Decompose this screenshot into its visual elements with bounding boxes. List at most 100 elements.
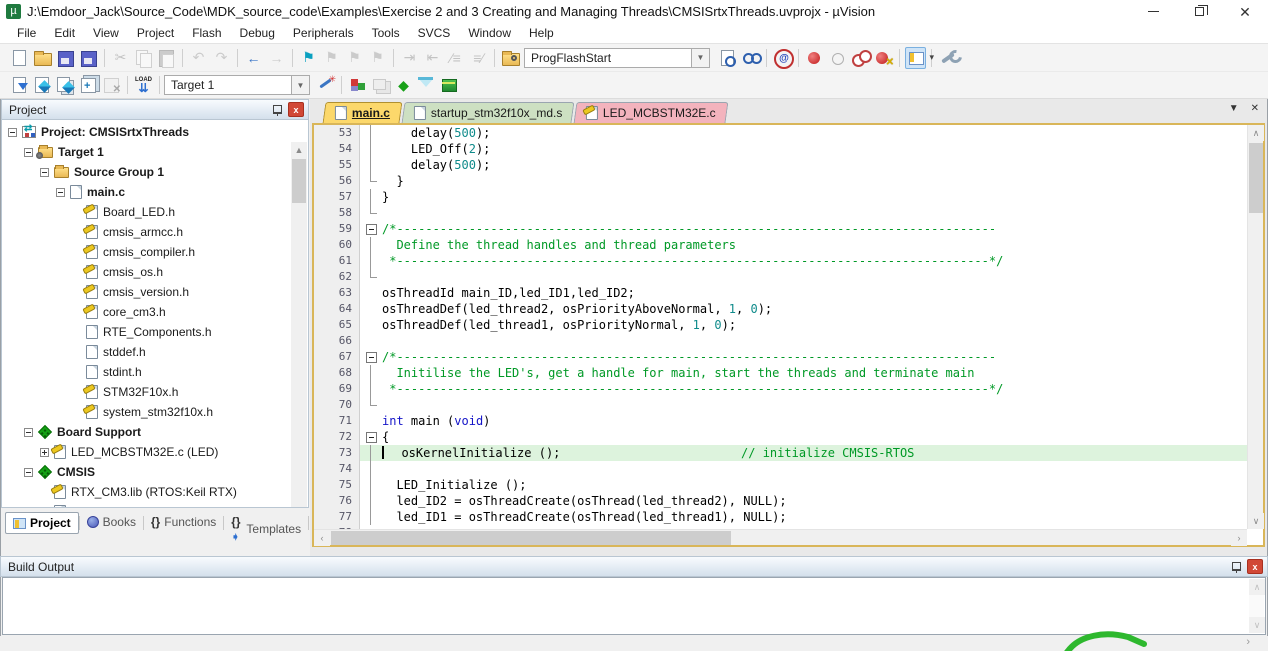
code-view[interactable]: 53 delay(500);54 LED_Off(2);55 delay(500… — [314, 125, 1247, 529]
target-combobox[interactable]: Target 1 — [164, 75, 292, 95]
expand-icon[interactable] — [40, 448, 49, 457]
code-line-60[interactable]: 60 Define the thread handles and thread … — [314, 237, 1247, 253]
code-line-76[interactable]: 76 led_ID2 = osThreadCreate(osThread(led… — [314, 493, 1247, 509]
document-tab-startup_stm32f10x_md.s[interactable]: startup_stm32f10x_md.s — [402, 102, 575, 123]
tree-item[interactable]: CMSIS — [2, 462, 292, 482]
menu-item-project[interactable]: Project — [128, 24, 183, 42]
rebuild-icon[interactable] — [55, 74, 76, 96]
fold-collapse-icon[interactable] — [360, 221, 382, 237]
tree-item[interactable]: cmsis_version.h — [2, 282, 292, 302]
line-number[interactable]: 73 — [314, 445, 360, 461]
line-number[interactable]: 62 — [314, 269, 360, 285]
tree-item[interactable]: STM32F10x.h — [2, 382, 292, 402]
line-number[interactable]: 63 — [314, 285, 360, 301]
tab-list-dropdown-icon[interactable]: ▼ — [1229, 103, 1239, 114]
new-file-icon[interactable] — [9, 47, 30, 69]
menu-item-peripherals[interactable]: Peripherals — [284, 24, 363, 42]
scroll-down-icon[interactable]: ∨ — [1249, 617, 1265, 633]
bp-enable-icon[interactable] — [827, 47, 848, 69]
build-icon[interactable] — [32, 74, 53, 96]
collapse-icon[interactable] — [56, 188, 65, 197]
save-icon[interactable] — [55, 47, 76, 69]
tree-item[interactable]: Project: CMSISrtxThreads — [2, 122, 292, 142]
target-combobox-arrow[interactable]: ▼ — [292, 75, 310, 95]
menu-item-flash[interactable]: Flash — [183, 24, 230, 42]
code-line-73[interactable]: 73 osKernelInitialize (); // initialize … — [314, 445, 1247, 461]
workspace-tab-templates[interactable]: {}➧Templates — [224, 512, 308, 546]
tree-item[interactable]: RTX_Conf_CM.c (RTOS:Keil RTX) — [2, 502, 292, 508]
line-number[interactable]: 56 — [314, 173, 360, 189]
line-number[interactable]: 55 — [314, 157, 360, 173]
pack-icon[interactable] — [439, 74, 460, 96]
document-tab-main.c[interactable]: main.c — [323, 102, 403, 123]
find-in-files-icon[interactable] — [500, 47, 521, 69]
menu-item-debug[interactable]: Debug — [231, 24, 284, 42]
pin-icon[interactable] — [1228, 559, 1244, 574]
collapse-icon[interactable] — [24, 468, 33, 477]
line-number[interactable]: 54 — [314, 141, 360, 157]
code-line-74[interactable]: 74 — [314, 461, 1247, 477]
open-file-icon[interactable] — [32, 47, 53, 69]
line-number[interactable]: 74 — [314, 461, 360, 477]
blocks-icon[interactable] — [347, 74, 368, 96]
scroll-up-icon[interactable]: ∧ — [1248, 125, 1264, 141]
find-combobox[interactable]: ProgFlashStart — [524, 48, 692, 68]
build-output-content[interactable]: ∧ ∨ — [2, 577, 1266, 635]
code-line-56[interactable]: 56 } — [314, 173, 1247, 189]
code-line-65[interactable]: 65osThreadDef(led_thread1, osPriorityNor… — [314, 317, 1247, 333]
window-layout-icon[interactable]: ▾ — [905, 47, 926, 69]
code-line-71[interactable]: 71int main (void) — [314, 413, 1247, 429]
code-line-69[interactable]: 69 *------------------------------------… — [314, 381, 1247, 397]
code-line-54[interactable]: 54 LED_Off(2); — [314, 141, 1247, 157]
line-number[interactable]: 66 — [314, 333, 360, 349]
menu-item-window[interactable]: Window — [459, 24, 520, 42]
project-tree-vertical-scrollbar[interactable]: ▲ ▼ — [291, 142, 307, 508]
line-number[interactable]: 65 — [314, 317, 360, 333]
code-line-57[interactable]: 57} — [314, 189, 1247, 205]
menu-item-tools[interactable]: Tools — [363, 24, 409, 42]
bp-kill-all-icon[interactable] — [873, 47, 894, 69]
project-panel-close-icon[interactable]: x — [288, 102, 304, 117]
line-number[interactable]: 70 — [314, 397, 360, 413]
code-line-75[interactable]: 75 LED_Initialize (); — [314, 477, 1247, 493]
line-number[interactable]: 64 — [314, 301, 360, 317]
code-line-77[interactable]: 77 led_ID1 = osThreadCreate(osThread(led… — [314, 509, 1247, 525]
tree-item[interactable]: Source Group 1 — [2, 162, 292, 182]
fold-collapse-icon[interactable] — [360, 349, 382, 365]
tree-item[interactable]: system_stm32f10x.h — [2, 402, 292, 422]
line-number[interactable]: 53 — [314, 125, 360, 141]
code-line-58[interactable]: 58 — [314, 205, 1247, 221]
tree-item[interactable]: main.c — [2, 182, 292, 202]
collapse-icon[interactable] — [40, 168, 49, 177]
editor-vertical-scrollbar[interactable]: ∧ ∨ — [1247, 125, 1263, 529]
wrench-icon[interactable] — [937, 47, 958, 69]
close-button[interactable]: ✕ — [1222, 0, 1268, 23]
line-number[interactable]: 61 — [314, 253, 360, 269]
tree-item[interactable]: cmsis_os.h — [2, 262, 292, 282]
scroll-down-icon[interactable]: ∨ — [1248, 513, 1264, 529]
line-number[interactable]: 68 — [314, 365, 360, 381]
line-number[interactable]: 71 — [314, 413, 360, 429]
document-tab-LED_MCBSTM32E.c[interactable]: LED_MCBSTM32E.c — [574, 102, 729, 123]
tree-item[interactable]: LED_MCBSTM32E.c (LED) — [2, 442, 292, 462]
translate-icon[interactable] — [9, 74, 30, 96]
collapse-icon[interactable] — [24, 428, 33, 437]
line-number[interactable]: 72 — [314, 429, 360, 445]
collapse-icon[interactable] — [24, 148, 33, 157]
menu-item-file[interactable]: File — [8, 24, 45, 42]
workspace-tab-functions[interactable]: {}Functions — [144, 512, 223, 532]
scroll-right-icon[interactable]: › — [1246, 636, 1250, 648]
code-line-70[interactable]: 70 — [314, 397, 1247, 413]
tree-item[interactable]: cmsis_armcc.h — [2, 222, 292, 242]
scroll-up-icon[interactable]: ∧ — [1249, 579, 1265, 595]
collapse-icon[interactable] — [8, 128, 17, 137]
build-output-vertical-scrollbar[interactable]: ∧ ∨ — [1249, 579, 1264, 633]
code-line-67[interactable]: 67/*------------------------------------… — [314, 349, 1247, 365]
tree-item[interactable]: Board Support — [2, 422, 292, 442]
find-combobox-arrow[interactable]: ▼ — [692, 48, 710, 68]
pin-icon[interactable] — [269, 102, 285, 117]
rte-diamond-icon[interactable]: ◆ — [393, 74, 414, 96]
expand-icon[interactable] — [40, 508, 49, 509]
line-number[interactable]: 76 — [314, 493, 360, 509]
line-number[interactable]: 59 — [314, 221, 360, 237]
